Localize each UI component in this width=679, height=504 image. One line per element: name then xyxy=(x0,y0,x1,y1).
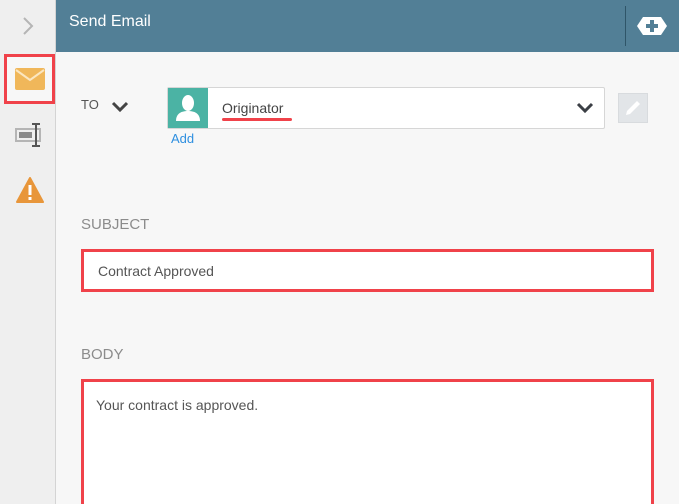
page-title: Send Email xyxy=(69,13,151,30)
body-label: BODY xyxy=(81,346,124,363)
expand-sidebar-button[interactable] xyxy=(0,0,56,52)
text-field-icon xyxy=(14,123,41,147)
plus-icon xyxy=(637,17,667,35)
envelope-icon xyxy=(14,68,45,90)
send-email-panel: Send Email TO Originator Add SUBJECT Con… xyxy=(0,0,679,504)
pencil-icon xyxy=(626,101,640,115)
header-divider xyxy=(625,6,626,46)
to-label: TO xyxy=(81,97,99,112)
edit-recipient-button[interactable] xyxy=(618,93,648,123)
header: Send Email xyxy=(56,0,679,52)
sidebar-item-field[interactable] xyxy=(4,110,55,160)
recipient-highlight xyxy=(222,118,292,121)
user-icon xyxy=(176,95,200,121)
add-recipient-link[interactable]: Add xyxy=(171,131,194,146)
sidebar xyxy=(0,0,56,504)
sidebar-item-warning[interactable] xyxy=(4,165,55,215)
warning-icon xyxy=(15,177,44,203)
add-button[interactable] xyxy=(636,16,668,36)
avatar xyxy=(168,88,208,128)
subject-label: SUBJECT xyxy=(81,216,150,233)
chevron-down-icon xyxy=(576,102,594,114)
sidebar-item-email[interactable] xyxy=(4,54,55,104)
recipient-name: Originator xyxy=(222,100,284,116)
chevron-right-icon xyxy=(23,17,34,35)
body-textarea[interactable]: Your contract is approved. xyxy=(81,379,654,504)
recipient-select[interactable]: Originator xyxy=(167,87,605,129)
chevron-down-icon xyxy=(111,101,129,113)
to-expand-toggle[interactable] xyxy=(110,99,130,115)
subject-input[interactable] xyxy=(81,249,654,292)
